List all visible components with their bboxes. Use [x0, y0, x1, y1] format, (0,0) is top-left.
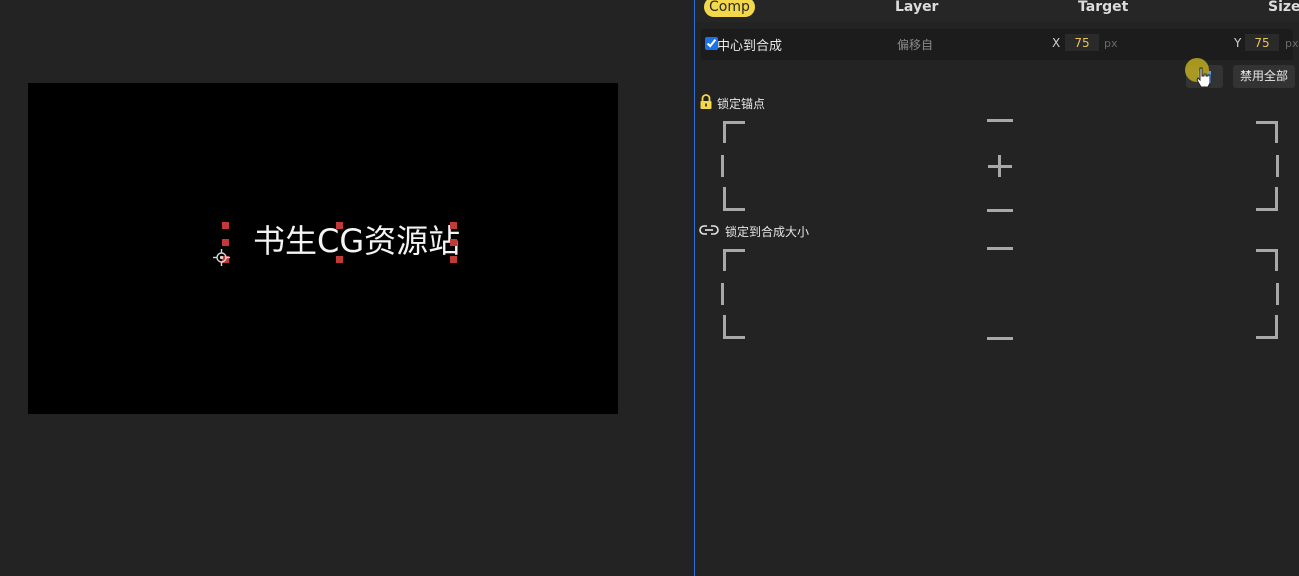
corner-tl-h[interactable] — [723, 121, 745, 124]
lock-anchor-label: 锁定锚点 — [717, 97, 766, 111]
size-corner-tl-h[interactable] — [723, 249, 745, 252]
tab-bar: Comp Layer Target Size — [695, 0, 1299, 22]
distribute-button[interactable] — [1185, 58, 1223, 88]
center-to-comp-label: 中心到合成 — [717, 39, 783, 54]
size-edge-right[interactable] — [1276, 283, 1279, 305]
tab-size[interactable]: Size — [1268, 0, 1299, 17]
x-unit-label: px — [1104, 37, 1118, 50]
handle-right[interactable] — [450, 239, 457, 246]
tab-comp[interactable]: Comp — [704, 0, 755, 17]
y-unit-label: px — [1285, 37, 1299, 50]
alignment-grid[interactable] — [717, 119, 1283, 212]
handle-bottom-center[interactable] — [336, 256, 343, 263]
size-corner-tl-v[interactable] — [723, 249, 726, 271]
center-to-comp-row: 中心到合成 偏移自 X px Y px — [701, 29, 1299, 60]
size-edge-top[interactable] — [987, 247, 1013, 250]
size-corner-br-h[interactable] — [1256, 336, 1278, 339]
edge-top[interactable] — [987, 119, 1013, 122]
corner-tr-v[interactable] — [1275, 121, 1278, 143]
tab-layer[interactable]: Layer — [895, 0, 938, 17]
edge-bottom[interactable] — [987, 209, 1013, 212]
lock-to-comp-size-label: 锁定到合成大小 — [725, 225, 810, 239]
size-corner-tr-v[interactable] — [1275, 249, 1278, 271]
align-panel: Comp Layer Target Size 中心到合成 偏移自 X px Y … — [695, 0, 1299, 576]
composition-canvas[interactable]: 书生CG资源站 — [28, 83, 618, 414]
edge-right[interactable] — [1276, 155, 1279, 177]
size-edge-left[interactable] — [721, 283, 724, 305]
x-offset-input[interactable] — [1065, 34, 1099, 51]
lock-icon — [700, 94, 712, 109]
y-axis-label: Y — [1234, 36, 1242, 50]
handle-top-right[interactable] — [450, 222, 457, 229]
link-icon — [699, 225, 719, 235]
corner-br-h[interactable] — [1256, 208, 1278, 211]
size-grid[interactable] — [717, 247, 1283, 340]
edge-left[interactable] — [721, 155, 724, 177]
handle-bottom-right[interactable] — [450, 256, 457, 263]
handle-left[interactable] — [222, 239, 229, 246]
anchor-point-icon[interactable] — [213, 249, 230, 266]
y-offset-input[interactable] — [1245, 34, 1279, 51]
corner-bl-h[interactable] — [723, 208, 745, 211]
size-corner-bl-h[interactable] — [723, 336, 745, 339]
corner-tl-v[interactable] — [723, 121, 726, 143]
size-edge-bottom[interactable] — [987, 337, 1013, 340]
handle-top-left[interactable] — [222, 222, 229, 229]
hand-cursor-icon — [1196, 67, 1211, 88]
handle-top-center[interactable] — [336, 222, 343, 229]
tab-target[interactable]: Target — [1078, 0, 1128, 17]
center-v[interactable] — [998, 155, 1001, 177]
composition-viewer: 书生CG资源站 — [0, 0, 694, 576]
disable-all-button[interactable]: 禁用全部 — [1233, 65, 1295, 88]
text-layer[interactable]: 书生CG资源站 — [253, 223, 460, 259]
offset-from-label: 偏移自 — [897, 38, 934, 52]
x-axis-label: X — [1052, 36, 1061, 50]
